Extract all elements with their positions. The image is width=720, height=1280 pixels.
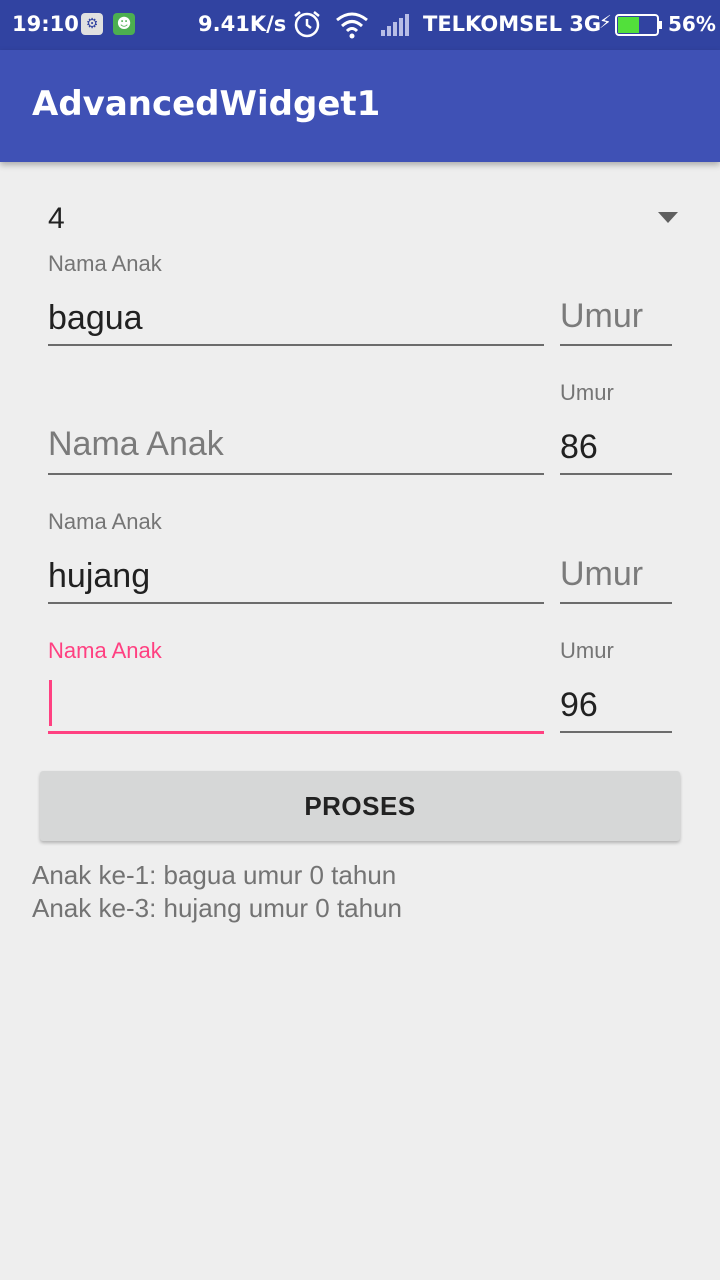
notification-app-icon: ⚙ [81,13,103,35]
child-age-value: 96 [560,686,598,724]
text-cursor [49,680,52,726]
spinner-selected-value: 4 [48,202,65,235]
input-underline [560,344,672,346]
child-age-hint: Umur [560,555,644,593]
wifi-icon [335,11,369,44]
status-time: 19:10 [12,12,79,36]
child-age-field-2[interactable]: Umur 86 [560,380,672,476]
child-count-spinner[interactable]: 4 [48,194,680,242]
app-bar: AdvancedWidget1 [0,50,720,162]
child-name-field-3[interactable]: Nama Anak hujang [48,509,544,605]
child-name-label: Nama Anak [48,509,162,534]
child-age-field-4[interactable]: Umur 96 [560,638,672,734]
input-underline [48,602,544,604]
signal-icon [381,14,411,41]
input-underline [560,602,672,604]
child-age-hint: Umur [560,297,644,335]
child-age-label: Umur [560,638,614,663]
notification-game-icon: ☻ [113,13,135,35]
child-name-value: bagua [48,299,143,337]
child-name-label: Nama Anak [48,251,162,276]
proses-button[interactable]: PROSES [40,771,680,841]
input-underline [48,344,544,346]
input-underline [48,473,544,475]
child-age-field-3[interactable]: Umur [560,509,672,605]
child-name-label: Nama Anak [48,638,162,663]
dropdown-arrow-icon [658,212,678,223]
child-name-value: hujang [48,557,151,595]
status-net-speed: 9.41K/s [198,12,287,36]
alarm-icon [292,9,322,44]
result-line-2: Anak ke-3: hujang umur 0 tahun [32,893,403,923]
child-name-hint: Nama Anak [48,425,224,463]
input-underline [48,731,544,734]
app-title: AdvancedWidget1 [32,84,381,124]
child-name-field-2[interactable]: Nama Anak [48,380,544,476]
child-name-field-4[interactable]: Nama Anak [48,638,544,736]
status-carrier: TELKOMSEL 3G [423,12,602,36]
child-age-label: Umur [560,380,614,405]
input-underline [560,473,672,475]
input-underline [560,731,672,733]
status-battery-percent: 56% [668,12,716,36]
child-age-value: 86 [560,428,598,466]
child-name-field-1[interactable]: Nama Anak bagua [48,251,544,347]
battery-level-fill [618,17,639,33]
battery-icon [615,14,663,41]
status-bar: 19:10 ⚙ ☻ 9.41K/s TELKOMSEL 3G ⚡ 56% [0,0,720,50]
result-line-1: Anak ke-1: bagua umur 0 tahun [32,860,397,890]
charging-icon: ⚡ [599,12,612,33]
child-age-field-1[interactable]: Umur [560,251,672,347]
